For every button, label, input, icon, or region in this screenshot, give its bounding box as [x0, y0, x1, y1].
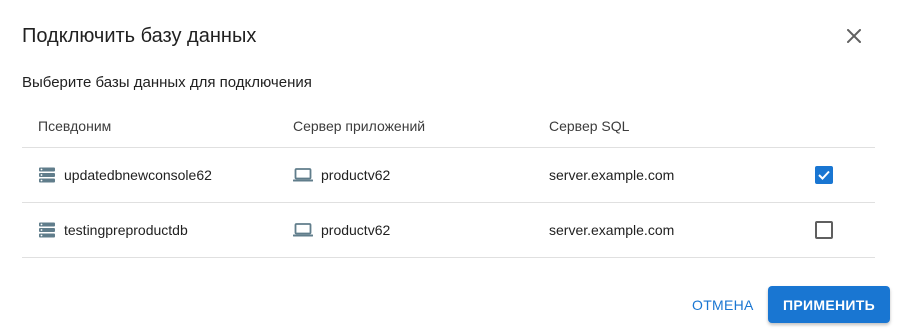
alias-cell: testingpreproductdb: [38, 203, 188, 257]
app-server-cell: productv62: [293, 203, 390, 257]
table-header-row: Псевдоним Сервер приложений Сервер SQL: [22, 104, 875, 148]
app-server-label: productv62: [321, 222, 391, 238]
dialog-actions: ОТМЕНА ПРИМЕНИТЬ: [0, 286, 897, 323]
close-button[interactable]: [840, 22, 868, 50]
alias-label: testingpreproductdb: [64, 222, 188, 238]
app-server-label: productv62: [321, 167, 391, 183]
laptop-icon: [293, 168, 313, 182]
table-row[interactable]: testingpreproductdb productv62 server.ex…: [22, 203, 875, 258]
close-icon: [847, 29, 861, 43]
database-icon: [38, 222, 56, 238]
header-sql-server: Сервер SQL: [549, 117, 630, 134]
select-cell: [815, 148, 833, 202]
connect-database-dialog: Подключить базу данных Выберите базы дан…: [0, 0, 897, 329]
dialog-title: Подключить базу данных: [22, 25, 257, 47]
row-checkbox-unchecked[interactable]: [815, 221, 833, 239]
laptop-icon: [293, 223, 313, 237]
alias-label: updatedbnewconsole62: [64, 167, 212, 183]
sql-server-cell: server.example.com: [549, 222, 675, 238]
apply-button[interactable]: ПРИМЕНИТЬ: [768, 286, 890, 323]
check-icon: [818, 170, 830, 180]
select-cell: [815, 203, 833, 257]
dialog-subtitle: Выберите базы данных для подключения: [22, 74, 312, 91]
header-alias: Псевдоним: [38, 117, 112, 134]
database-table: Псевдоним Сервер приложений Сервер SQL u…: [22, 104, 875, 258]
database-icon: [38, 167, 56, 183]
app-server-cell: productv62: [293, 148, 390, 202]
row-checkbox-checked[interactable]: [815, 166, 833, 184]
header-app-server: Сервер приложений: [293, 117, 426, 134]
table-row[interactable]: updatedbnewconsole62 productv62 server.e…: [22, 148, 875, 203]
alias-cell: updatedbnewconsole62: [38, 148, 212, 202]
cancel-button[interactable]: ОТМЕНА: [680, 286, 766, 323]
sql-server-cell: server.example.com: [549, 167, 675, 183]
